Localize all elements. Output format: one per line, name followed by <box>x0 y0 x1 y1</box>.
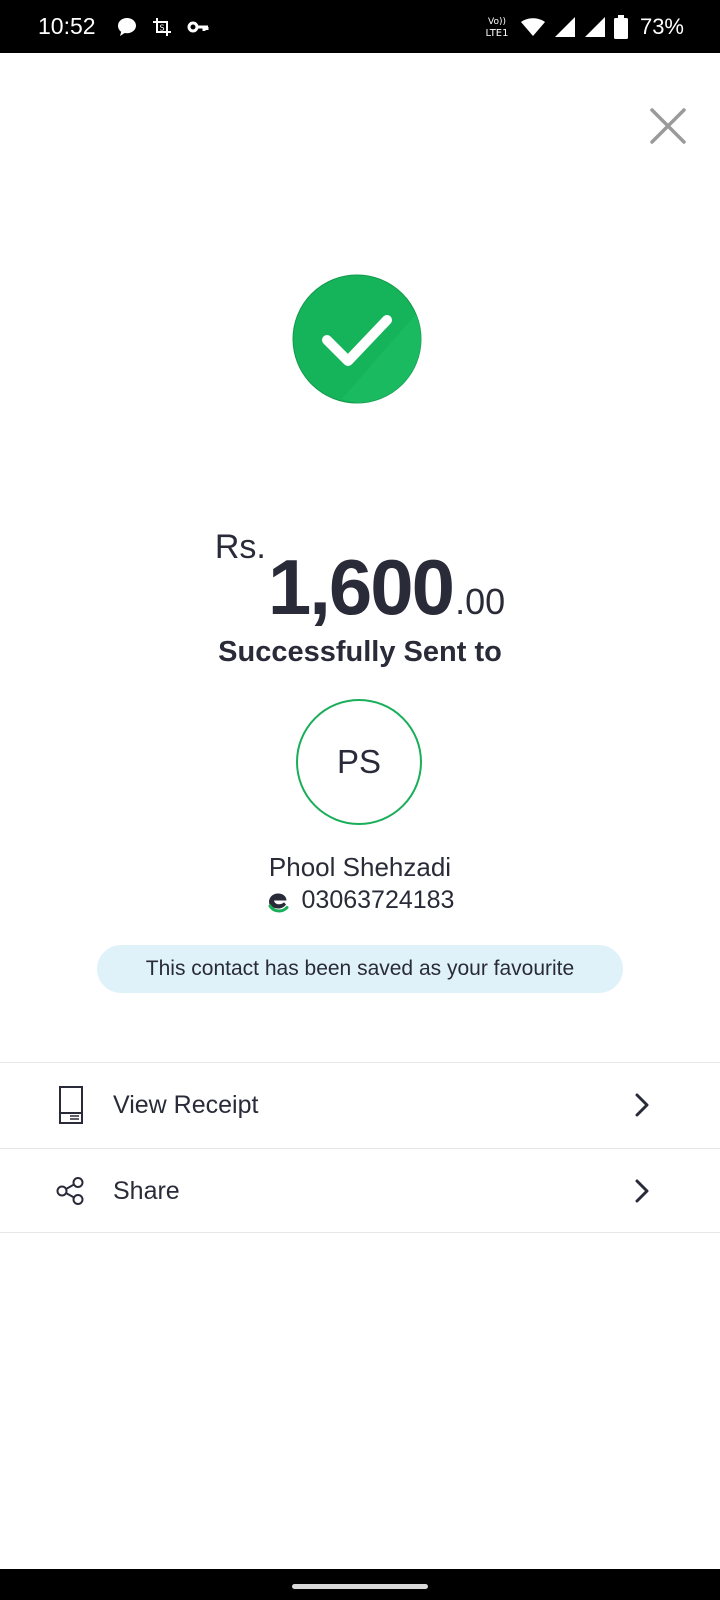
recipient-name: Phool Shehzadi <box>268 852 452 882</box>
favourite-notice-text: This contact has been saved as your favo… <box>145 957 575 980</box>
svg-text:S: S <box>159 23 164 32</box>
receipt-icon <box>56 1085 86 1125</box>
share-icon <box>56 1177 84 1205</box>
svg-text:Vo)): Vo)) <box>488 17 506 27</box>
signal-icon-1 <box>554 16 576 38</box>
home-indicator[interactable] <box>292 1584 428 1589</box>
view-receipt-label: View Receipt <box>113 1090 259 1119</box>
recipient-number-row: 03063724183 <box>0 886 720 915</box>
status-bar: 10:52 S Vo)) LTE1 73% <box>0 0 720 53</box>
volte-icon: Vo)) LTE1 <box>482 14 512 40</box>
status-time: 10:52 <box>38 13 96 39</box>
success-message: Successfully Sent to <box>218 636 502 668</box>
amount-value: 1,600 <box>267 543 455 631</box>
signal-icon-2 <box>584 16 606 38</box>
chevron-right-icon <box>632 1092 652 1118</box>
system-status-icons: Vo)) LTE1 73% <box>482 14 684 40</box>
easypaisa-logo-icon <box>266 889 290 913</box>
favourite-notice: This contact has been saved as your favo… <box>97 945 623 993</box>
screenshot-icon: S <box>150 15 174 39</box>
notification-icons: S <box>116 15 210 39</box>
wifi-icon <box>520 16 546 38</box>
payment-success-screen: 10:52 S Vo)) LTE1 73% Rs.1,600.00 Succes… <box>0 0 720 1600</box>
battery-icon <box>613 14 628 39</box>
svg-text:LTE1: LTE1 <box>485 28 508 39</box>
key-icon <box>186 15 210 39</box>
avatar-initials: PS <box>336 743 382 780</box>
amount-decimals: .00 <box>455 581 506 622</box>
chevron-right-icon <box>632 1178 652 1204</box>
battery-percent: 73% <box>639 13 684 39</box>
recipient-avatar: PS <box>296 699 422 825</box>
close-icon <box>646 104 690 148</box>
amount-display: Rs.1,600.00 <box>0 520 720 630</box>
divider <box>0 1232 720 1233</box>
success-check-icon <box>292 274 422 404</box>
amount-currency: Rs. <box>214 528 266 566</box>
view-receipt-row[interactable]: View Receipt <box>0 1063 720 1147</box>
chat-bubble-icon <box>116 16 138 38</box>
recipient-phone: 03063724183 <box>301 886 455 914</box>
share-row[interactable]: Share <box>0 1149 720 1233</box>
share-label: Share <box>113 1176 180 1205</box>
close-button[interactable] <box>646 104 690 148</box>
